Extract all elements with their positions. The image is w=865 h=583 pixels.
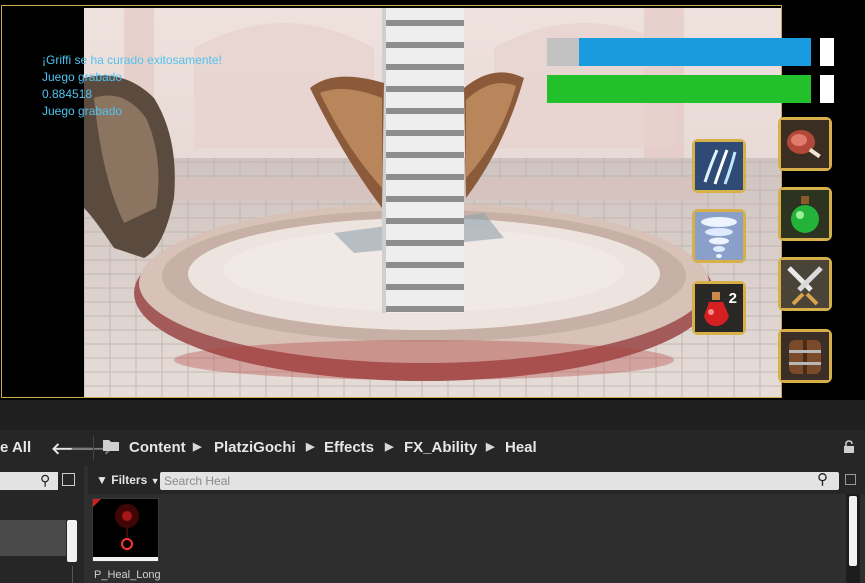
ability-slot-tornado[interactable] — [692, 209, 746, 263]
filter-icon: ▼ — [96, 473, 108, 487]
divider — [72, 566, 73, 583]
breadcrumb-fx-ability[interactable]: FX_Ability — [404, 439, 477, 456]
breadcrumb-platzigochi[interactable]: PlatziGochi — [214, 439, 296, 456]
particle-system-icon — [93, 499, 158, 561]
meat-icon — [781, 120, 829, 168]
stamina-bar-cap — [820, 75, 834, 103]
green-potion-icon — [781, 190, 829, 238]
sources-scrollbar[interactable] — [67, 520, 77, 562]
editor-toolbar-strip — [0, 400, 865, 430]
ability-slot-green-potion[interactable] — [778, 187, 832, 241]
stamina-bar-fill — [547, 75, 811, 103]
breadcrumb-heal[interactable]: Heal — [505, 439, 537, 456]
ability-slot-claw[interactable] — [692, 139, 746, 193]
ability-slot-shield[interactable] — [778, 329, 832, 383]
divider — [93, 436, 94, 460]
save-all-button[interactable]: e All — [0, 439, 31, 456]
chevron-right-icon: ▶ — [306, 441, 315, 453]
breadcrumb-content[interactable]: Content — [129, 439, 186, 456]
game-log-line: 0.884518 — [42, 87, 93, 101]
asset-name-label: P_Heal_Long — [94, 569, 161, 581]
ability-slot-meat[interactable] — [778, 117, 832, 171]
save-search-icon[interactable] — [845, 474, 856, 485]
wooden-shield-icon — [781, 332, 829, 380]
asset-area-scroll-thumb[interactable] — [849, 496, 857, 566]
game-log-line: Juego grabado — [42, 104, 123, 118]
lock-icon[interactable] — [842, 440, 856, 458]
breadcrumb-effects[interactable]: Effects — [324, 439, 374, 456]
asset-thumbnail[interactable] — [92, 498, 159, 562]
filters-label: Filters — [111, 473, 148, 487]
tornado-icon — [695, 212, 743, 260]
crossed-swords-icon — [781, 260, 829, 308]
chevron-right-icon: ▶ — [385, 441, 394, 453]
ability-slot-potion[interactable]: 2 — [692, 281, 746, 335]
search-icon: ⚲ — [40, 472, 51, 488]
game-log-line: ¡Griffi se ha curado exitosamente! — [42, 53, 222, 67]
health-bar-cap — [820, 38, 834, 66]
health-bar — [547, 38, 811, 66]
health-bar-fill — [578, 38, 811, 66]
chevron-right-icon: ▶ — [486, 441, 495, 453]
folder-icon — [103, 438, 119, 456]
filters-dropdown[interactable]: ▼ Filters ▼ — [96, 473, 160, 487]
sources-panel: ⚲ — [0, 466, 84, 583]
claw-slash-icon — [695, 142, 743, 190]
chevron-right-icon: ▶ — [193, 441, 202, 453]
view-options-icon[interactable] — [62, 473, 75, 486]
content-browser-path-bar: e All 🡐 🡒 Content ▶ PlatziGochi ▶ Effect… — [0, 430, 865, 466]
chevron-down-icon: ▼ — [150, 476, 160, 486]
asset-search-input[interactable] — [164, 472, 804, 490]
search-icon[interactable]: ⚲ — [817, 470, 828, 488]
stamina-bar — [547, 75, 811, 103]
sources-folder-item[interactable] — [0, 520, 66, 556]
game-viewport[interactable]: ¡Griffi se ha curado exitosamente! Juego… — [0, 0, 865, 400]
ability-count-badge: 2 — [728, 290, 737, 307]
ability-slot-swords[interactable] — [778, 257, 832, 311]
game-log-line: Juego grabado — [42, 70, 123, 84]
